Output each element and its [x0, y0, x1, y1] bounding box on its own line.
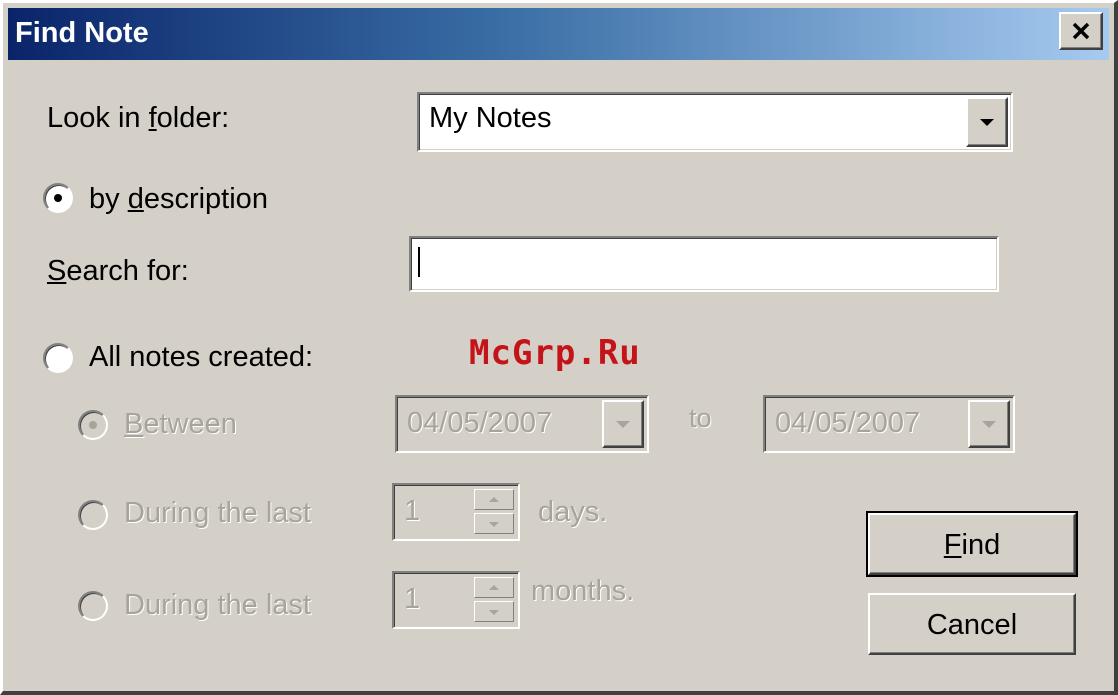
between-from-date[interactable]: 04/05/2007 [395, 395, 649, 453]
months-decrement-button[interactable] [474, 601, 514, 622]
search-for-label: Search for: [47, 255, 189, 287]
title-bar[interactable]: Find Note [8, 8, 1109, 60]
days-decrement-button[interactable] [474, 513, 514, 534]
folder-select-value: My Notes [429, 102, 552, 134]
days-stepper[interactable]: 1 [392, 483, 520, 541]
chevron-down-icon [982, 421, 996, 428]
text-caret [418, 247, 420, 277]
between-label: Between [124, 408, 237, 440]
months-stepper[interactable]: 1 [392, 571, 520, 629]
folder-select[interactable]: My Notes [417, 92, 1013, 152]
all-notes-created-radio[interactable] [43, 343, 73, 373]
between-to-date[interactable]: 04/05/2007 [763, 395, 1015, 453]
find-button[interactable]: Find [866, 511, 1078, 577]
days-unit-label: days. [538, 496, 608, 528]
folder-dropdown-button[interactable] [966, 97, 1008, 147]
find-note-dialog: Find Note Look in folder: My Notes by de… [0, 0, 1118, 695]
from-date-dropdown-button[interactable] [602, 400, 644, 448]
between-from-date-value: 04/05/2007 [407, 407, 553, 439]
by-description-radio[interactable] [43, 183, 73, 213]
chevron-down-icon [489, 521, 499, 527]
window-title: Find Note [15, 17, 149, 49]
cancel-button-label: Cancel [926, 609, 1018, 641]
radio-selected-dot [54, 194, 62, 202]
during-last-days-label: During the last [124, 497, 311, 529]
chevron-up-icon [489, 496, 499, 502]
cancel-button[interactable]: Cancel [868, 593, 1076, 655]
during-last-months-radio[interactable] [78, 591, 108, 621]
chevron-down-icon [489, 609, 499, 615]
look-in-folder-label: Look in folder: [47, 102, 230, 134]
to-date-dropdown-button[interactable] [968, 400, 1010, 448]
between-radio[interactable] [78, 410, 108, 440]
between-to-date-value: 04/05/2007 [775, 407, 921, 439]
close-icon [1072, 22, 1090, 40]
months-stepper-value: 1 [404, 583, 421, 615]
chevron-down-icon [980, 119, 994, 126]
by-description-label: by description [89, 183, 268, 215]
radio-selected-dot [89, 421, 97, 429]
months-increment-button[interactable] [474, 577, 514, 598]
chevron-down-icon [616, 421, 630, 428]
days-increment-button[interactable] [474, 489, 514, 510]
days-stepper-value: 1 [404, 495, 421, 527]
during-last-days-radio[interactable] [78, 500, 108, 530]
chevron-up-icon [489, 584, 499, 590]
months-unit-label: months. [531, 575, 635, 607]
to-label: to [689, 403, 712, 433]
find-button-label: Find [943, 529, 1001, 561]
all-notes-created-label: All notes created: [89, 341, 314, 373]
search-input[interactable] [409, 236, 999, 292]
close-button[interactable] [1059, 12, 1103, 50]
during-last-months-label: During the last [124, 589, 311, 621]
watermark: McGrp.Ru [469, 333, 641, 373]
